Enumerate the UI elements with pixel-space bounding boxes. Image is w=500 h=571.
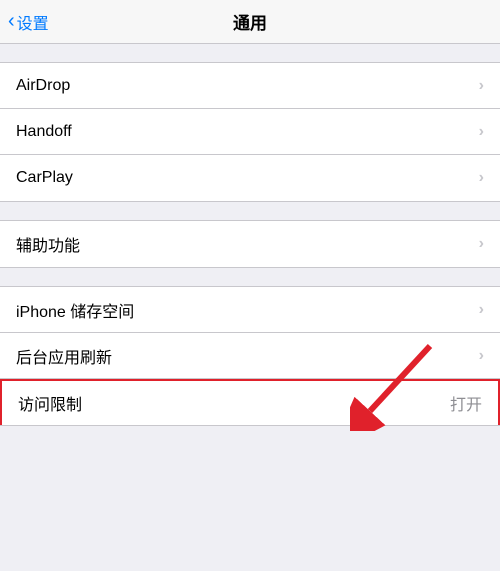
airdrop-chevron-icon: › [479, 77, 484, 95]
background-refresh-chevron-icon: › [479, 347, 484, 365]
carplay-right: › [479, 169, 484, 187]
restrictions-value: 打开 [450, 391, 482, 415]
airdrop-right: › [479, 77, 484, 95]
carplay-row[interactable]: CarPlay › [0, 155, 500, 201]
restrictions-label: 访问限制 [18, 391, 82, 415]
accessibility-label: 辅助功能 [16, 232, 80, 256]
accessibility-right: › [479, 235, 484, 253]
iphone-storage-row[interactable]: iPhone 储存空间 › [0, 287, 500, 333]
handoff-right: › [479, 123, 484, 141]
page-title: 通用 [233, 9, 267, 34]
iphone-storage-chevron-icon: › [479, 301, 484, 319]
airdrop-row[interactable]: AirDrop › [0, 63, 500, 109]
restrictions-row[interactable]: 访问限制 打开 [0, 379, 500, 425]
last-group-wrapper: iPhone 储存空间 › 后台应用刷新 › 访问限制 打开 [0, 286, 500, 426]
accessibility-row[interactable]: 辅助功能 › [0, 221, 500, 267]
carplay-chevron-icon: › [479, 169, 484, 187]
accessibility-chevron-icon: › [479, 235, 484, 253]
back-chevron-icon: ‹ [8, 10, 15, 33]
handoff-chevron-icon: › [479, 123, 484, 141]
airdrop-label: AirDrop [16, 77, 70, 95]
navigation-bar: ‹ 设置 通用 [0, 0, 500, 44]
settings-group-2: 辅助功能 › [0, 220, 500, 268]
settings-group-3: iPhone 储存空间 › 后台应用刷新 › 访问限制 打开 [0, 286, 500, 426]
restrictions-right: 打开 [450, 391, 482, 415]
settings-group-1: AirDrop › Handoff › CarPlay › [0, 62, 500, 202]
iphone-storage-label: iPhone 储存空间 [16, 298, 134, 322]
handoff-label: Handoff [16, 123, 72, 141]
back-button[interactable]: ‹ 设置 [8, 10, 49, 34]
background-refresh-label: 后台应用刷新 [16, 344, 112, 368]
background-refresh-row[interactable]: 后台应用刷新 › [0, 333, 500, 379]
handoff-row[interactable]: Handoff › [0, 109, 500, 155]
iphone-storage-right: › [479, 301, 484, 319]
background-refresh-right: › [479, 347, 484, 365]
carplay-label: CarPlay [16, 169, 73, 187]
back-label: 设置 [17, 10, 49, 34]
